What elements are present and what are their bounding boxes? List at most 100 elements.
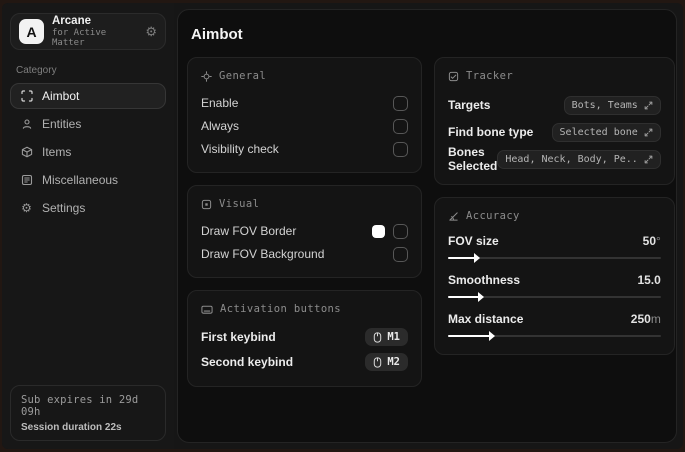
- draw-fov-background-checkbox[interactable]: [393, 246, 408, 262]
- brand-logo: A: [19, 19, 44, 44]
- setting-label: Draw FOV Background: [201, 247, 325, 261]
- setting-group-max-distance: Max distance 250m: [448, 310, 661, 341]
- crosshair-icon: [201, 70, 212, 82]
- tracker-icon: [448, 71, 459, 81]
- sidebar-item-miscellaneous[interactable]: Miscellaneous: [10, 167, 166, 193]
- slider-thumb[interactable]: [477, 292, 484, 302]
- accuracy-panel: Accuracy FOV size 50° Smoothness 15.0 Ma…: [434, 197, 675, 355]
- crosshair-scan-icon: [20, 90, 33, 103]
- sub-expiry-text: Sub expires in 29d 09h: [21, 394, 139, 418]
- page-title: Aimbot: [191, 26, 243, 43]
- find-bone-type-dropdown[interactable]: Selected bone: [551, 122, 661, 142]
- setting-label: First keybind: [201, 330, 276, 344]
- always-checkbox[interactable]: [393, 118, 408, 134]
- setting-group-smoothness: Smoothness 15.0: [448, 271, 661, 302]
- accuracy-panel-header: Accuracy: [448, 210, 661, 222]
- setting-label: Second keybind: [201, 355, 294, 369]
- square-dot-icon: [201, 199, 212, 209]
- general-panel-header: General: [201, 70, 408, 82]
- slider-track: [448, 257, 661, 259]
- gear-icon[interactable]: ⚙: [145, 24, 157, 40]
- right-column: Tracker Targets Bots, Teams Find bone ty…: [434, 57, 675, 355]
- angle-icon: [449, 211, 458, 221]
- sidebar: A Arcane for Active Matter ⚙ Category Ai…: [2, 3, 174, 449]
- setting-row-find-bone-type: Find bone type Selected bone: [448, 119, 661, 145]
- slider-thumb[interactable]: [473, 253, 480, 263]
- subscription-card: Sub expires in 29d 09h Session duration …: [10, 385, 166, 441]
- setting-row-second-keybind: Second keybind M2: [201, 350, 408, 374]
- setting-label: Enable: [201, 96, 239, 110]
- app-window: A Arcane for Active Matter ⚙ Category Ai…: [2, 3, 683, 449]
- keyboard-icon: [201, 305, 213, 314]
- setting-label: Bones Selected: [448, 145, 498, 173]
- sidebar-item-label: Settings: [42, 201, 86, 215]
- general-panel: General Enable Always Visibility check: [187, 57, 422, 173]
- bones-selected-dropdown[interactable]: Head, Neck, Body, Pe..: [497, 149, 661, 169]
- second-keybind-button[interactable]: M2: [365, 353, 408, 371]
- row-controls: [372, 223, 408, 239]
- tracker-panel: Tracker Targets Bots, Teams Find bone ty…: [434, 57, 675, 185]
- setting-row-enable: Enable: [201, 92, 408, 114]
- brand-subtitle: for Active Matter: [52, 27, 107, 49]
- list-panel-icon: [20, 174, 33, 187]
- slider-fill: [448, 335, 491, 337]
- setting-label: Find bone type: [448, 125, 534, 139]
- activation-panel: Activation buttons First keybind M1 Seco…: [187, 290, 422, 387]
- brand-name: Arcane: [52, 14, 91, 27]
- first-keybind-button[interactable]: M1: [365, 328, 408, 346]
- fov-size-slider[interactable]: [448, 253, 661, 263]
- slider-fill: [448, 296, 480, 298]
- brand-card: A Arcane for Active Matter ⚙: [10, 13, 166, 50]
- setting-row-targets: Targets Bots, Teams: [448, 92, 661, 118]
- setting-label: Smoothness: [448, 273, 521, 287]
- visual-panel-header: Visual: [201, 198, 408, 210]
- expand-icon: [644, 155, 653, 163]
- setting-row-draw-fov-border: Draw FOV Border: [201, 220, 408, 242]
- brand-text: Arcane for Active Matter: [52, 15, 137, 49]
- mouse-icon: [374, 331, 382, 343]
- visual-panel: Visual Draw FOV Border Draw FOV Backgrou…: [187, 185, 422, 278]
- setting-row-first-keybind: First keybind M1: [201, 325, 408, 349]
- slider-thumb[interactable]: [488, 331, 495, 341]
- sidebar-item-label: Miscellaneous: [42, 173, 119, 187]
- max-distance-value: 250m: [630, 312, 661, 326]
- setting-label: Always: [201, 119, 240, 133]
- setting-label: Max distance: [448, 312, 524, 326]
- slider-fill: [448, 257, 476, 259]
- category-label: Category: [16, 65, 57, 76]
- person-radar-icon: [20, 118, 33, 131]
- sidebar-item-label: Entities: [42, 117, 82, 131]
- mouse-icon: [374, 356, 382, 368]
- activation-panel-header: Activation buttons: [201, 303, 408, 315]
- expand-icon: [644, 101, 653, 109]
- setting-label: Visibility check: [201, 142, 279, 156]
- setting-label: Targets: [448, 98, 491, 112]
- unit-label: m: [650, 312, 661, 326]
- draw-fov-border-checkbox[interactable]: [393, 223, 408, 239]
- visibility-check-checkbox[interactable]: [393, 141, 408, 157]
- sidebar-item-entities[interactable]: Entities: [10, 111, 166, 137]
- sidebar-item-label: Aimbot: [42, 89, 80, 103]
- main-content: Aimbot General Enable Always Visibility …: [177, 9, 677, 443]
- gear-icon: ⚙: [21, 201, 32, 215]
- enable-checkbox[interactable]: [393, 95, 408, 111]
- setting-label: Draw FOV Border: [201, 224, 297, 238]
- fov-border-color-swatch[interactable]: [372, 224, 385, 238]
- tracker-panel-header: Tracker: [448, 70, 661, 82]
- cube-icon: [20, 146, 33, 159]
- targets-dropdown[interactable]: Bots, Teams: [563, 95, 661, 115]
- sidebar-item-items[interactable]: Items: [10, 139, 166, 165]
- session-duration-text: Session duration 22s: [21, 422, 122, 433]
- setting-label: FOV size: [448, 234, 499, 248]
- max-distance-slider[interactable]: [448, 331, 661, 341]
- fov-size-value: 50°: [642, 234, 661, 248]
- sidebar-item-settings[interactable]: ⚙ Settings: [10, 195, 166, 221]
- sidebar-item-label: Items: [42, 145, 72, 159]
- left-column: General Enable Always Visibility check V…: [187, 57, 422, 387]
- setting-row-always: Always: [201, 115, 408, 137]
- sidebar-item-aimbot[interactable]: Aimbot: [10, 83, 166, 109]
- setting-row-draw-fov-background: Draw FOV Background: [201, 243, 408, 265]
- smoothness-slider[interactable]: [448, 292, 661, 302]
- expand-icon: [644, 128, 653, 136]
